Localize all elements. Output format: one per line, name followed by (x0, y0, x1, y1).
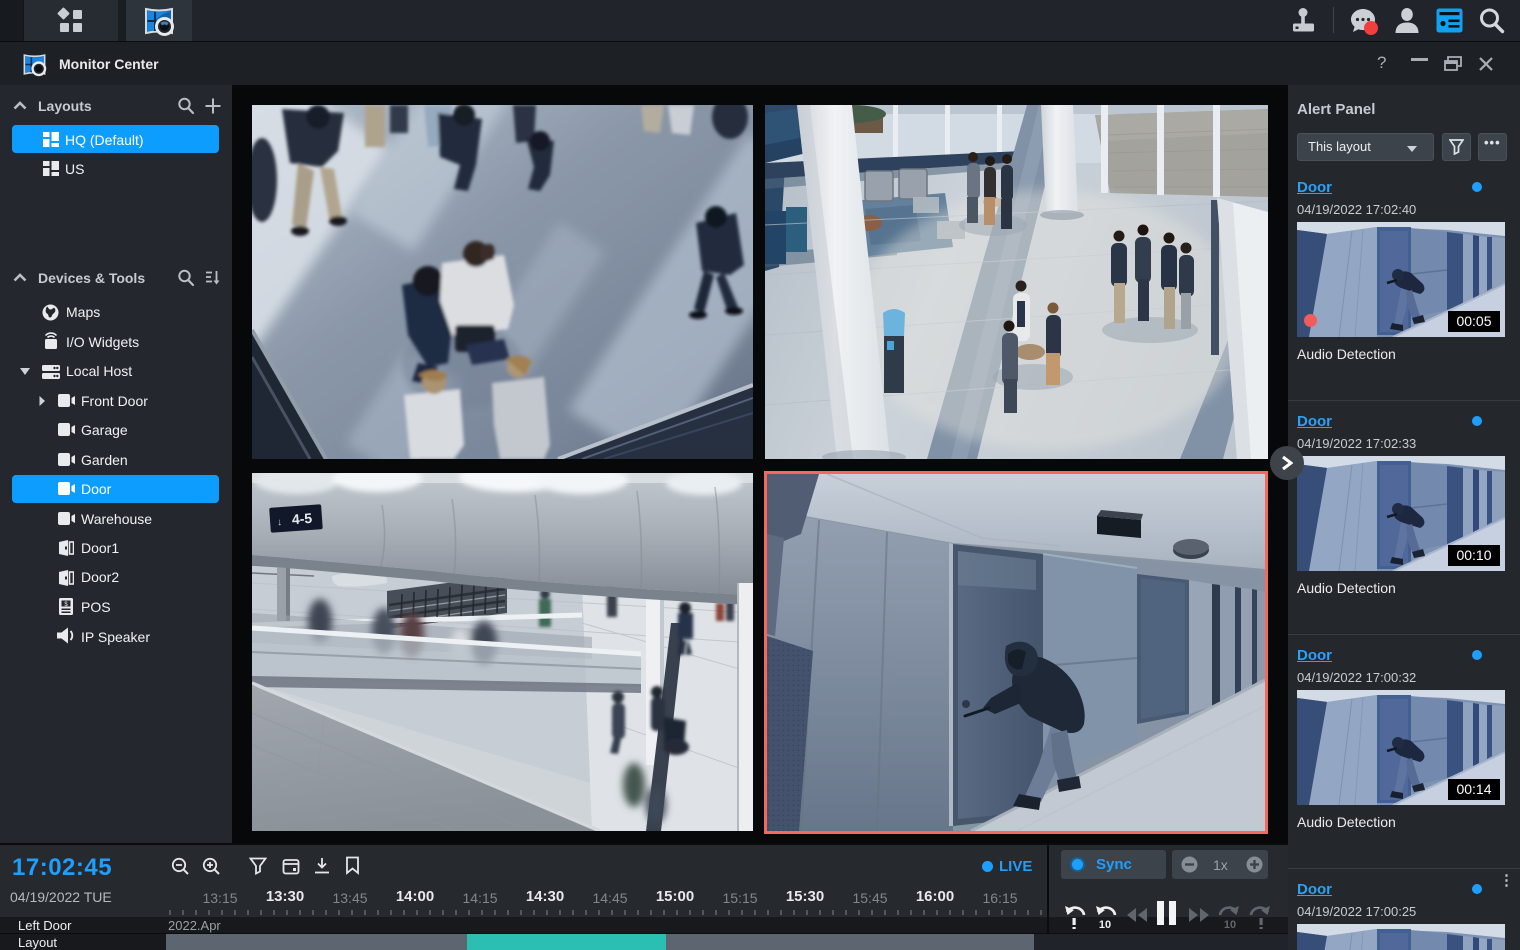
svg-text:↓: ↓ (277, 517, 283, 528)
svg-text:10: 10 (1224, 919, 1236, 929)
svg-text:10: 10 (1099, 919, 1111, 929)
svg-text:4-5: 4-5 (291, 510, 313, 527)
